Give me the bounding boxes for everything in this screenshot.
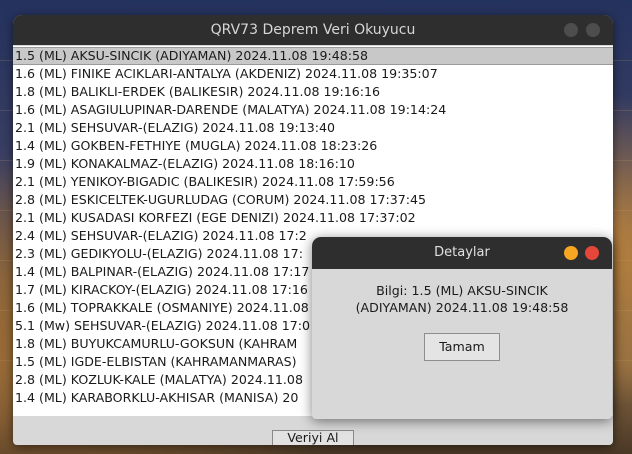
minimize-icon[interactable] — [564, 23, 578, 37]
list-item[interactable]: 2.1 (ML) YENIKOY-BIGADIC (BALIKESIR) 202… — [13, 173, 613, 191]
ok-button[interactable]: Tamam — [424, 333, 500, 361]
minimize-icon[interactable] — [564, 246, 578, 260]
desktop-background: QRV73 Deprem Veri Okuyucu 1.5 (ML) AKSU-… — [0, 0, 632, 454]
list-item[interactable]: 1.4 (ML) GOKBEN-FETHIYE (MUGLA) 2024.11.… — [13, 137, 613, 155]
details-dialog: Detaylar Bilgi: 1.5 (ML) AKSU-SINCIK (AD… — [312, 237, 612, 419]
dialog-message-line: Bilgi: 1.5 (ML) AKSU-SINCIK — [376, 283, 548, 298]
list-item[interactable]: 1.6 (ML) ASAGIULUPINAR-DARENDE (MALATYA)… — [13, 101, 613, 119]
close-icon[interactable] — [585, 246, 599, 260]
dialog-message-line: (ADIYAMAN) 2024.11.08 19:48:58 — [355, 300, 569, 315]
close-icon[interactable] — [586, 23, 600, 37]
dialog-title: Detaylar — [434, 245, 490, 260]
dialog-message: Bilgi: 1.5 (ML) AKSU-SINCIK (ADIYAMAN) 2… — [322, 282, 602, 316]
window-title: QRV73 Deprem Veri Okuyucu — [210, 22, 416, 38]
dialog-titlebar[interactable]: Detaylar — [312, 237, 612, 269]
list-item[interactable]: 2.1 (ML) KUSADASI KORFEZI (EGE DENIZI) 2… — [13, 209, 613, 227]
list-item[interactable]: 1.6 (ML) FINIKE ACIKLARI-ANTALYA (AKDENI… — [13, 65, 613, 83]
list-item[interactable]: 1.5 (ML) AKSU-SINCIK (ADIYAMAN) 2024.11.… — [13, 47, 613, 65]
list-item[interactable]: 1.9 (ML) KONAKALMAZ-(ELAZIG) 2024.11.08 … — [13, 155, 613, 173]
list-item[interactable]: 2.1 (ML) SEHSUVAR-(ELAZIG) 2024.11.08 19… — [13, 119, 613, 137]
list-item[interactable]: 2.8 (ML) ESKICELTEK-UGURLUDAG (CORUM) 20… — [13, 191, 613, 209]
list-item[interactable]: 1.8 (ML) BALIKLI-ERDEK (BALIKESIR) 2024.… — [13, 83, 613, 101]
fetch-data-button[interactable]: Veriyi Al — [272, 430, 354, 445]
main-titlebar[interactable]: QRV73 Deprem Veri Okuyucu — [13, 15, 613, 45]
